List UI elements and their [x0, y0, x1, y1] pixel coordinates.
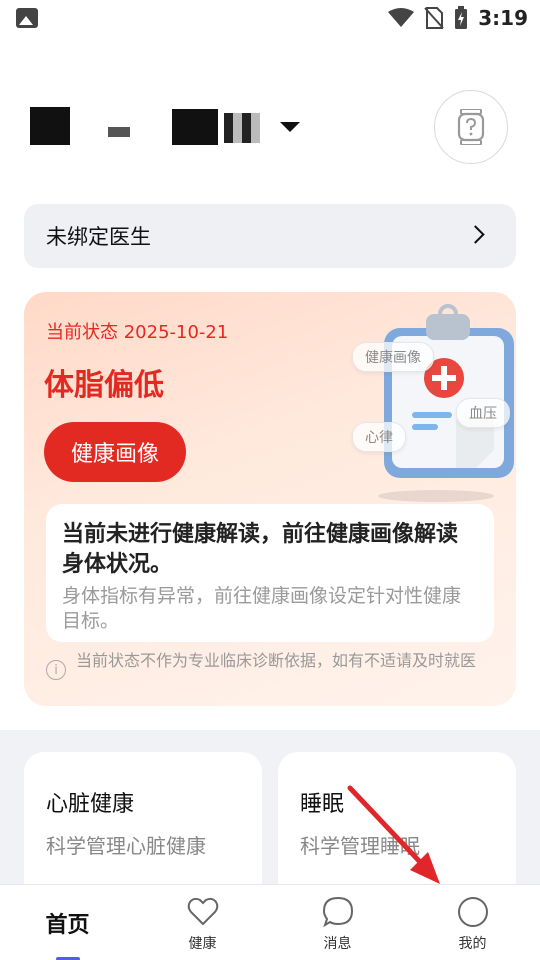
chat-bubble-icon [322, 896, 353, 928]
annotation-arrow-icon [347, 785, 440, 884]
wifi-icon [388, 8, 415, 27]
unbound-doctor-row[interactable]: 未绑定医生 [24, 204, 516, 268]
no-sim-icon [424, 7, 444, 29]
profile-circle-icon [457, 897, 488, 927]
status-date: 当前状态 2025-10-21 [46, 322, 229, 343]
tag-health-portrait: 健康画像 [352, 342, 434, 372]
tab-health[interactable]: 健康 [135, 885, 270, 960]
tab-label: 健康 [188, 936, 217, 952]
tab-label: 首页 [45, 913, 90, 938]
tab-label: 我的 [458, 936, 487, 952]
watch-device-button[interactable] [434, 90, 508, 164]
battery-charging-icon [455, 6, 468, 29]
tab-home[interactable]: 首页 [0, 885, 135, 960]
tag-blood-pressure: 血压 [456, 398, 510, 428]
status-bar: 3:19 [0, 0, 540, 36]
health-interpretation-box[interactable]: 当前未进行健康解读，前往健康画像解读身体状况。 身体指标有异常，前往健康画像设定… [46, 504, 494, 642]
tab-label: 消息 [323, 936, 352, 952]
module-title: 心脏健康 [46, 792, 135, 817]
info-icon: i [46, 660, 66, 680]
health-portrait-button[interactable]: 健康画像 [44, 422, 186, 482]
disclaimer-text: 当前状态不作为专业临床诊断依据，如有不适请及时就医 [76, 651, 477, 670]
watch-question-icon [457, 109, 485, 145]
tag-heart-rhythm: 心律 [352, 422, 406, 452]
heart-icon [187, 897, 218, 926]
info-title: 当前未进行健康解读，前往健康画像解读身体状况。 [62, 522, 459, 577]
tab-messages[interactable]: 消息 [270, 885, 405, 960]
status-icons: 3:19 [388, 6, 528, 30]
status-title: 体脂偏低 [44, 368, 164, 403]
bottom-tab-bar: 首页 健康 消息 我的 [0, 884, 540, 960]
doctor-row-label: 未绑定医生 [46, 225, 151, 249]
health-status-card: 当前状态 2025-10-21 体脂偏低 健康画像 健康画像 血压 心律 当前未… [24, 292, 516, 706]
clock: 3:19 [478, 6, 528, 30]
account-name-redacted [24, 107, 264, 147]
account-selector[interactable] [24, 106, 264, 148]
module-subtitle: 科学管理心脏健康 [46, 834, 206, 858]
chevron-right-icon [466, 225, 485, 244]
tab-profile[interactable]: 我的 [405, 885, 540, 960]
gallery-notification-icon [16, 8, 38, 28]
info-subtitle: 身体指标有异常，前往健康画像设定针对性健康目标。 [62, 585, 462, 632]
clipboard-illustration: 健康画像 血压 心律 [326, 300, 516, 510]
dropdown-caret-icon[interactable] [280, 122, 300, 132]
